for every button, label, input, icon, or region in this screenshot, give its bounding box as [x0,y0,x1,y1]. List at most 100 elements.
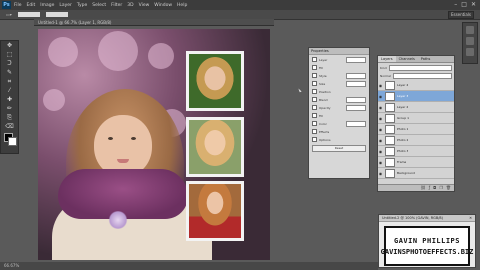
document-canvas[interactable] [38,29,270,260]
menu-item-filter[interactable]: Filter [111,3,122,8]
healing-icon[interactable]: ✚ [3,96,16,104]
visibility-eye-icon[interactable]: ◉ [378,138,383,143]
menu-item-select[interactable]: Select [92,3,106,8]
properties-row[interactable]: Style [312,72,366,79]
menu-item-image[interactable]: Image [40,3,54,8]
visibility-eye-icon[interactable]: ◉ [378,116,383,121]
marquee-icon[interactable]: ⬚ [3,51,16,59]
maximize-icon[interactable]: □ [461,1,467,8]
move-icon[interactable]: ✥ [3,42,16,50]
eraser-icon[interactable]: ⌫ [3,123,16,131]
minimize-icon[interactable]: – [454,1,457,8]
photo-frame-3[interactable] [186,181,244,241]
menu-item-view[interactable]: View [139,3,150,8]
layer-row[interactable]: ◉ Layer 4 [378,80,454,91]
workspace-switcher[interactable]: Essentials [448,11,474,19]
girl-left-eye [108,137,113,140]
menu-item-window[interactable]: Window [154,3,172,8]
watermark-window-title: Untitled-2 @ 100% (GAVIN, RGB/8) ✕ [379,215,475,222]
blend-mode-dropdown[interactable] [392,72,452,79]
visibility-eye-icon[interactable]: ◉ [378,83,383,88]
properties-row[interactable]: Layer [312,56,366,63]
tab-paths[interactable]: Paths [418,56,434,62]
properties-row[interactable]: Fill [312,112,366,119]
lasso-icon[interactable]: ᑐ [3,60,16,68]
visibility-eye-icon[interactable]: ◉ [378,149,383,154]
eyedropper-icon[interactable]: ⁄ [3,87,16,95]
layer-row[interactable]: ◉ Group 1 [378,113,454,124]
menu-item-layer[interactable]: Layer [59,3,72,8]
crop-icon[interactable]: ⌗ [3,78,16,86]
photo-frame-2[interactable] [186,117,244,177]
swatches-panel-icon[interactable] [466,37,474,45]
background-color-swatch[interactable] [8,137,17,146]
properties-row[interactable]: Position [312,88,366,95]
properties-row[interactable]: Fill [312,64,366,71]
document-tab[interactable]: Untitled-1 @ 66.7% (Layer 1, RGB/8) [34,19,274,26]
properties-row[interactable]: Blend [312,96,366,103]
close-icon[interactable]: ✕ [471,1,476,8]
portrait-photo-2 [189,120,241,174]
stamp-icon[interactable]: ⎘ [3,114,16,122]
reset-button[interactable]: Reset [312,145,366,152]
layer-row[interactable]: ◉ Photo 1 [378,124,454,135]
visibility-eye-icon[interactable]: ◉ [378,94,383,99]
portrait-photo-3 [189,184,241,238]
layers-footer: ⛓ ƒ ◘ ❐ 🗑 [378,184,454,191]
quick-select-icon[interactable]: ✎ [3,69,16,77]
properties-row[interactable]: Opacity [312,104,366,111]
layers-tabs: Layers Channels Paths [378,56,454,63]
layer-row[interactable]: ◉ Layer 2 [378,102,454,113]
layer-row[interactable]: ◉ Photo 2 [378,135,454,146]
window-controls: – □ ✕ [454,1,476,8]
properties-row[interactable]: Options [312,136,366,143]
layers-panel: Layers Channels Paths Kind Normal ◉ Layer… [377,55,455,192]
brush-icon[interactable]: ✏ [3,105,16,113]
fx-icon[interactable]: ƒ [429,185,430,191]
tab-layers[interactable]: Layers [378,56,396,62]
layer-row-selected[interactable]: ◉ Layer 3 [378,91,454,102]
photo-frame-1[interactable] [186,51,244,111]
author-name: GAVIN PHILLIPS [393,236,460,245]
options-field-2[interactable] [45,12,68,17]
layer-row[interactable]: ◉ Photo 3 [378,146,454,157]
options-field[interactable] [17,12,40,17]
tools-panel: ✥ ⬚ ᑐ ✎ ⌗ ⁄ ✚ ✏ ⎘ ⌫ [0,40,19,154]
layer-row[interactable]: ◉ Background [378,168,454,179]
menu-item-file[interactable]: File [14,3,22,8]
tab-channels[interactable]: Channels [396,56,418,62]
mask-icon[interactable]: ◘ [433,185,436,191]
visibility-eye-icon[interactable]: ◉ [378,171,383,176]
mouse-cursor-icon [298,87,302,93]
girl-face [94,115,152,177]
trash-icon[interactable]: 🗑 [446,185,451,191]
collapsed-panels-strip [462,22,478,64]
close-icon[interactable]: ✕ [469,215,472,221]
portrait-photo-1 [189,54,241,108]
girl-right-eye [131,137,136,140]
properties-row[interactable]: Effects [312,128,366,135]
properties-row[interactable]: Size [312,80,366,87]
menu-bar: Ps File Edit Image Layer Type Select Fil… [0,0,480,10]
watermark-document-window[interactable]: Untitled-2 @ 100% (GAVIN, RGB/8) ✕ GAVIN … [378,214,476,268]
layer-row[interactable]: ◉ Frame [378,157,454,168]
visibility-eye-icon[interactable]: ◉ [378,160,383,165]
link-icon[interactable]: ⛓ [421,185,426,191]
visibility-eye-icon[interactable]: ◉ [378,127,383,132]
photoshop-logo-icon: Ps [2,1,11,9]
adjustments-panel-icon[interactable] [466,48,474,56]
menu-item-edit[interactable]: Edit [27,3,36,8]
color-panel-icon[interactable] [466,26,474,34]
filter-dropdown[interactable] [388,64,452,71]
visibility-eye-icon[interactable]: ◉ [378,105,383,110]
properties-title: Properties [309,48,369,55]
menu-item-type[interactable]: Type [77,3,87,8]
properties-row[interactable]: Color [312,120,366,127]
blend-mode: Normal [380,72,452,79]
tool-preset-icon[interactable]: ▭▾ [6,12,12,17]
layer-filter: Kind [380,64,452,71]
menu-item-3d[interactable]: 3D [127,3,133,8]
new-layer-icon[interactable]: ❐ [439,185,443,191]
menu-item-help[interactable]: Help [177,3,187,8]
watermark-box: GAVIN PHILLIPS GAVINSPHOTOEFFECTS.BIZ [381,226,473,266]
